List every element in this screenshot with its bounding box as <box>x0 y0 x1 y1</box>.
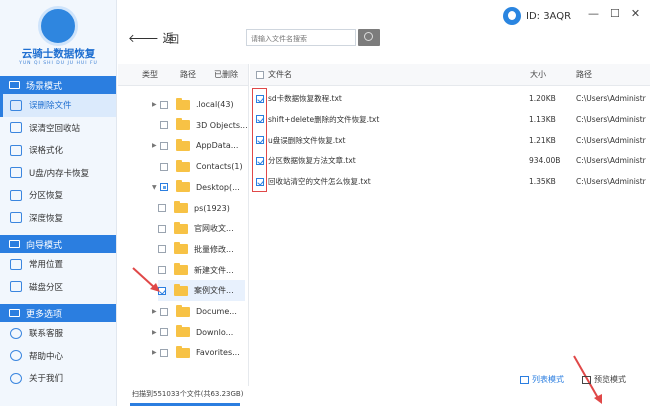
annotation-arrowhead-right <box>594 394 602 404</box>
scan-status: 扫描到551033个文件(共63.23GB) <box>132 390 244 398</box>
preview-view-button[interactable]: 预览模式 <box>582 374 626 385</box>
annotation-arrow-left <box>132 267 156 289</box>
preview-view-label: 预览模式 <box>594 375 626 384</box>
annotation-arrows <box>132 267 602 404</box>
preview-icon <box>582 375 591 384</box>
list-view-label: 列表模式 <box>532 375 564 384</box>
list-icon <box>520 375 529 384</box>
list-view-button[interactable]: 列表模式 <box>520 374 564 385</box>
